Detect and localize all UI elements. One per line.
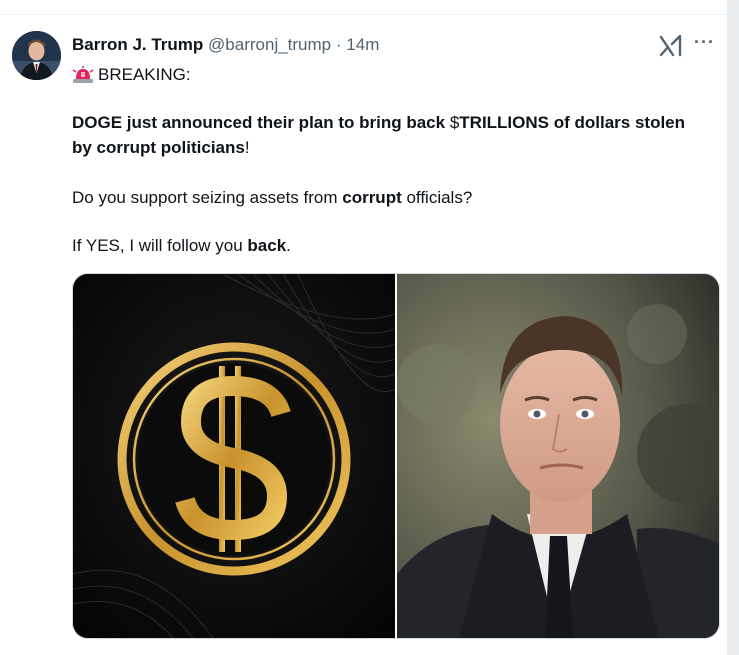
grok-icon[interactable]	[659, 34, 685, 57]
question-text: Do you support seizing assets from	[72, 188, 343, 207]
author-handle[interactable]: @barronj_trump	[208, 35, 331, 54]
scrollbar[interactable]	[727, 0, 739, 655]
follow-end: .	[286, 236, 291, 255]
separator-dot: ·	[335, 35, 342, 54]
question-end: officials?	[401, 188, 473, 207]
tweet-paragraph-question: Do you support seizing assets from corru…	[72, 185, 472, 210]
tweet-paragraph-follow: If YES, I will follow you back.	[72, 233, 291, 258]
media-image-portrait[interactable]	[397, 274, 719, 638]
tweet-line-breaking: BREAKING:	[72, 62, 191, 87]
exclamation: !	[244, 138, 250, 157]
cashtag-symbol: $	[449, 113, 460, 132]
media-image-dollar-coin[interactable]	[73, 274, 395, 638]
tweet-media-grid[interactable]	[72, 273, 720, 639]
follow-text: If YES, I will follow you	[72, 236, 248, 255]
police-light-icon	[72, 65, 94, 84]
author-name[interactable]: Barron J. Trump	[72, 35, 203, 54]
more-options-icon[interactable]: ···	[694, 32, 715, 53]
question-bold: corrupt	[342, 188, 402, 207]
tweet-paragraph-announcement: DOGE just announced their plan to bring …	[72, 110, 702, 160]
announcement-text: DOGE just announced their plan to bring …	[72, 113, 450, 132]
breaking-label: BREAKING:	[98, 65, 191, 84]
avatar[interactable]	[12, 31, 61, 80]
window-top-bar	[0, 0, 739, 15]
timestamp[interactable]: 14m	[346, 35, 379, 54]
tweet-card[interactable]: Barron J. Trump @barronj_trump · 14m ···…	[0, 15, 727, 655]
tweet-header: Barron J. Trump @barronj_trump · 14m	[72, 35, 379, 55]
follow-bold: back	[247, 236, 287, 255]
